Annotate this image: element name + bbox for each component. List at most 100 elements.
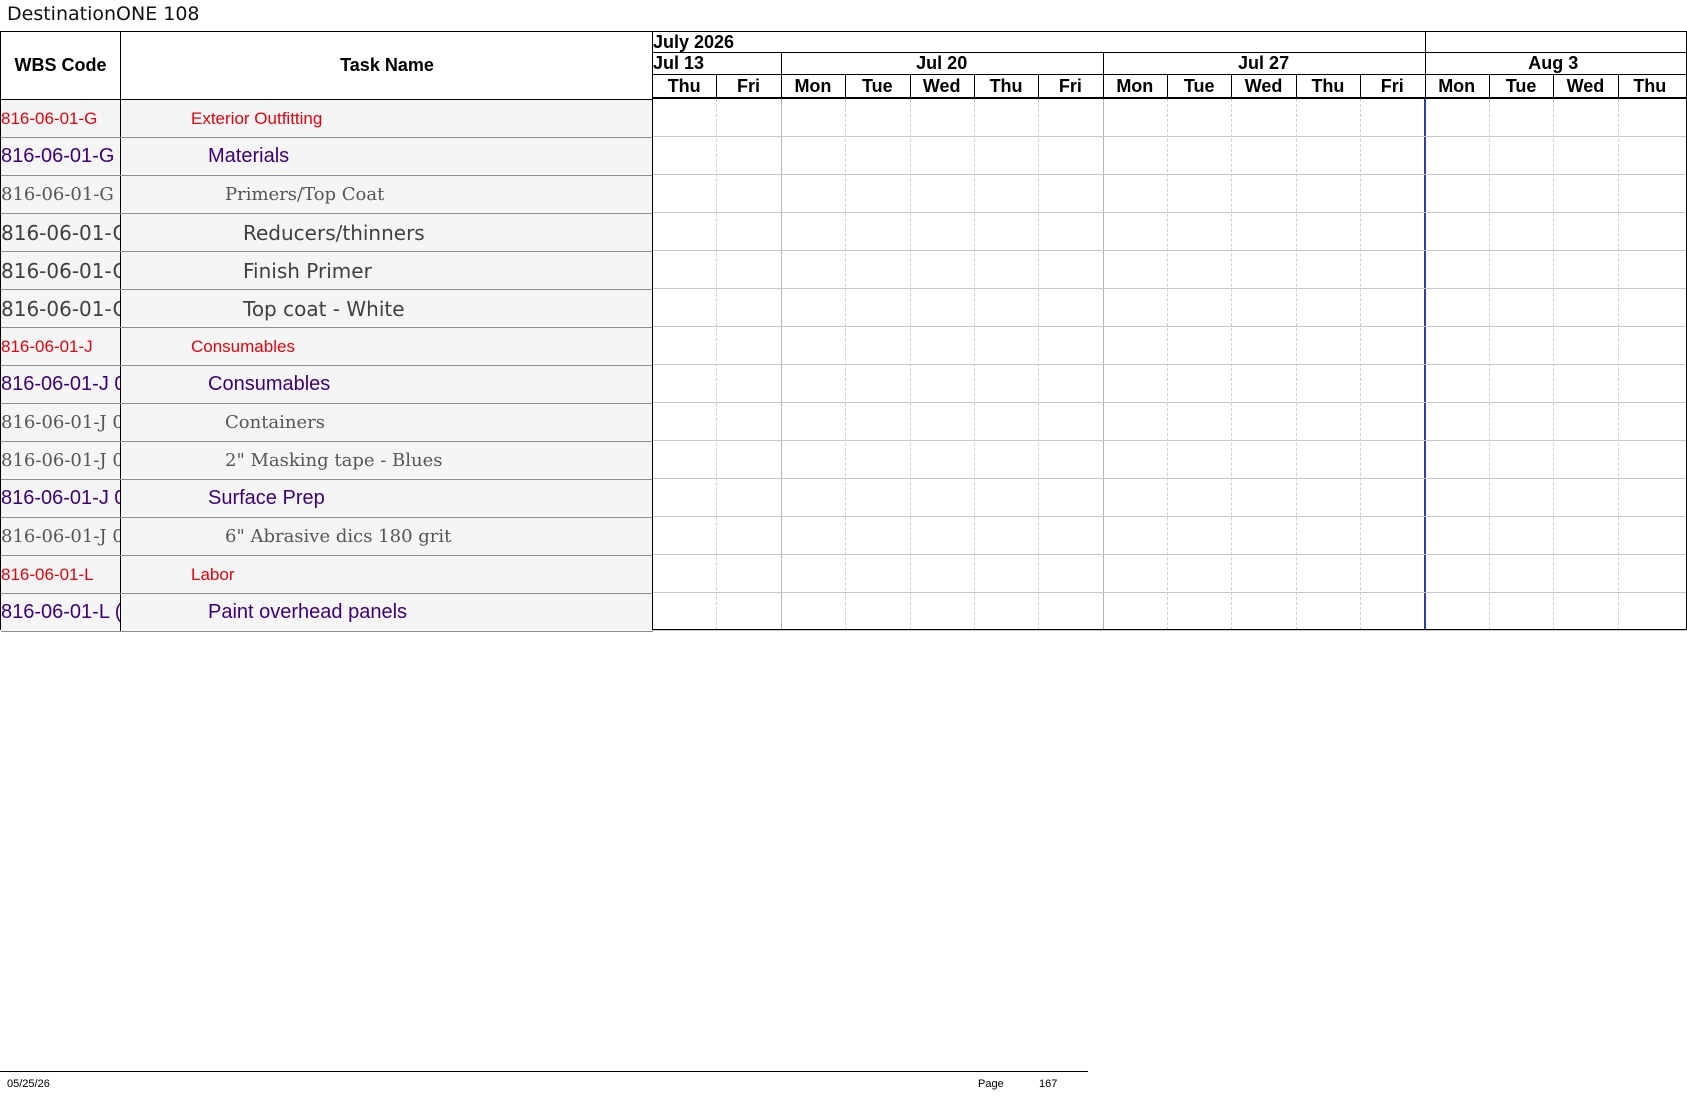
task-name-cell[interactable]: 6" Abrasive dics 180 grit <box>225 518 451 555</box>
gantt-row-divider <box>652 288 1687 289</box>
week-label: Jul 20 <box>916 53 968 73</box>
task-name-cell[interactable]: 2" Masking tape - Blues <box>225 442 443 479</box>
table-row[interactable]: 816-06-01-L Labor <box>1 556 653 594</box>
week-label: Jul 27 <box>1238 53 1290 73</box>
wbs-code-cell[interactable]: 816-06-01-G <box>1 100 121 137</box>
day-divider <box>1167 75 1168 98</box>
gantt-row-divider <box>652 516 1687 517</box>
day-divider <box>780 75 782 98</box>
task-name-cell[interactable]: Top coat - White <box>243 290 405 327</box>
table-row[interactable]: 816-06-01-L ( Paint overhead panels <box>1 594 653 632</box>
task-name-cell[interactable]: Consumables <box>208 366 330 403</box>
task-name-cell[interactable]: Exterior Outfitting <box>191 100 322 137</box>
day-label: Mon <box>1116 76 1154 96</box>
day-divider <box>1102 75 1104 98</box>
gantt-row-divider <box>652 402 1687 403</box>
task-name-cell[interactable]: Surface Prep <box>208 480 325 517</box>
task-name-cell[interactable]: Paint overhead panels <box>208 594 407 631</box>
table-row[interactable]: 816-06-01-G 01 Primers/Top Coat <box>1 176 653 214</box>
wbs-code-cell[interactable]: 816-06-01-G 01 <box>1 176 121 213</box>
task-name-cell[interactable]: Materials <box>208 138 289 175</box>
wbs-code-cell[interactable]: 816-06-01-J 02 <box>1 518 121 555</box>
table-row[interactable]: 816-06-01-J 01 Containers <box>1 404 653 442</box>
table-row[interactable]: 816-06-01-J 01 2" Masking tape - Blues <box>1 442 653 480</box>
task-name-cell[interactable]: Containers <box>225 404 325 441</box>
wbs-code-cell[interactable]: 816-06-01-G ( <box>1 290 121 327</box>
wbs-code-cell[interactable]: 816-06-01-L ( <box>1 594 121 631</box>
table-row[interactable]: 816-06-01-G ( Reducers/thinners <box>1 214 653 252</box>
table-row[interactable]: 816-06-01-J 0 Surface Prep <box>1 480 653 518</box>
task-name-header[interactable]: Task Name <box>121 32 653 100</box>
day-label: Wed <box>922 76 961 96</box>
day-label: Tue <box>1183 76 1215 96</box>
day-divider <box>1424 75 1426 98</box>
day-label: Wed <box>1566 76 1605 96</box>
wbs-code-cell[interactable]: 816-06-01-J 01 <box>1 404 121 441</box>
day-label: Mon <box>1438 76 1476 96</box>
day-divider <box>909 75 911 98</box>
day-divider <box>973 75 975 98</box>
document-title: DestinationONE 108 <box>7 3 200 25</box>
week-label: Jul 13 <box>653 53 705 73</box>
month-label: July 2026 <box>653 32 735 52</box>
header-divider <box>652 98 1687 99</box>
day-label: Mon <box>794 76 832 96</box>
gantt-row-divider <box>652 554 1687 555</box>
day-divider <box>1295 75 1297 98</box>
task-name-cell[interactable]: Finish Primer <box>243 252 372 289</box>
wbs-code-cell[interactable]: 816-06-01-J 0 <box>1 480 121 517</box>
table-row[interactable]: 816-06-01-G Exterior Outfitting <box>1 100 653 138</box>
day-label: Tue <box>1505 76 1537 96</box>
day-label: Thu <box>667 76 701 96</box>
table-row[interactable]: 816-06-01-G ( Top coat - White <box>1 290 653 328</box>
task-name-cell[interactable]: Labor <box>191 556 234 593</box>
table-row[interactable]: 816-06-01-G Materials <box>1 138 653 176</box>
gantt-row-divider <box>652 630 1687 631</box>
week-divider <box>1102 53 1104 75</box>
task-name-cell[interactable]: Consumables <box>191 328 295 365</box>
gantt-row-divider <box>652 326 1687 327</box>
table-row[interactable]: 816-06-01-G ( Finish Primer <box>1 252 653 290</box>
day-divider <box>1360 75 1362 98</box>
week-label: Aug 3 <box>1528 53 1579 73</box>
wbs-code-cell[interactable]: 816-06-01-G <box>1 138 121 175</box>
day-label: Thu <box>1311 76 1345 96</box>
footer-page-label: Page <box>978 1078 1004 1090</box>
wbs-code-cell[interactable]: 816-06-01-G ( <box>1 214 121 251</box>
gantt-border <box>652 31 1687 630</box>
table-row[interactable]: 816-06-01-J 02 6" Abrasive dics 180 grit <box>1 518 653 556</box>
footer-divider <box>0 1071 1088 1072</box>
task-table: WBS Code Task Name 816-06-01-G Exterior O… <box>0 31 653 632</box>
wbs-code-cell[interactable]: 816-06-01-J <box>1 328 121 365</box>
gantt-row-divider <box>652 250 1687 251</box>
gantt-row-divider <box>652 478 1687 479</box>
day-label: Thu <box>1633 76 1667 96</box>
week-divider <box>1424 53 1426 75</box>
wbs-code-cell[interactable]: 816-06-01-J 0 <box>1 366 121 403</box>
day-divider <box>716 75 718 98</box>
day-divider <box>1231 75 1233 98</box>
wbs-code-cell[interactable]: 816-06-01-J 01 <box>1 442 121 479</box>
gantt-row-divider <box>652 212 1687 213</box>
day-label: Thu <box>989 76 1023 96</box>
month-divider <box>1424 31 1426 53</box>
gantt-row-divider <box>652 174 1687 175</box>
footer-date: 05/25/26 <box>7 1078 50 1090</box>
wbs-code-cell[interactable]: 816-06-01-L <box>1 556 121 593</box>
gantt-chart: July 2026 Jul 13 Jul 20 Jul 27 Aug 3 Thu Fri M… <box>652 31 1687 631</box>
gantt-row-divider <box>652 364 1687 365</box>
day-label: Fri <box>737 76 761 96</box>
day-label: Wed <box>1244 76 1283 96</box>
day-label: Fri <box>1380 76 1404 96</box>
wbs-code-header[interactable]: WBS Code <box>1 32 121 100</box>
wbs-code-cell[interactable]: 816-06-01-G ( <box>1 252 121 289</box>
gantt-row-divider <box>652 440 1687 441</box>
task-name-cell[interactable]: Primers/Top Coat <box>225 176 384 213</box>
day-label: Tue <box>861 76 893 96</box>
day-divider <box>1617 75 1619 98</box>
table-row[interactable]: 816-06-01-J Consumables <box>1 328 653 366</box>
table-row[interactable]: 816-06-01-J 0 Consumables <box>1 366 653 404</box>
day-divider <box>845 75 847 98</box>
task-name-cell[interactable]: Reducers/thinners <box>243 214 425 251</box>
footer-page-number: 167 <box>1039 1078 1058 1090</box>
